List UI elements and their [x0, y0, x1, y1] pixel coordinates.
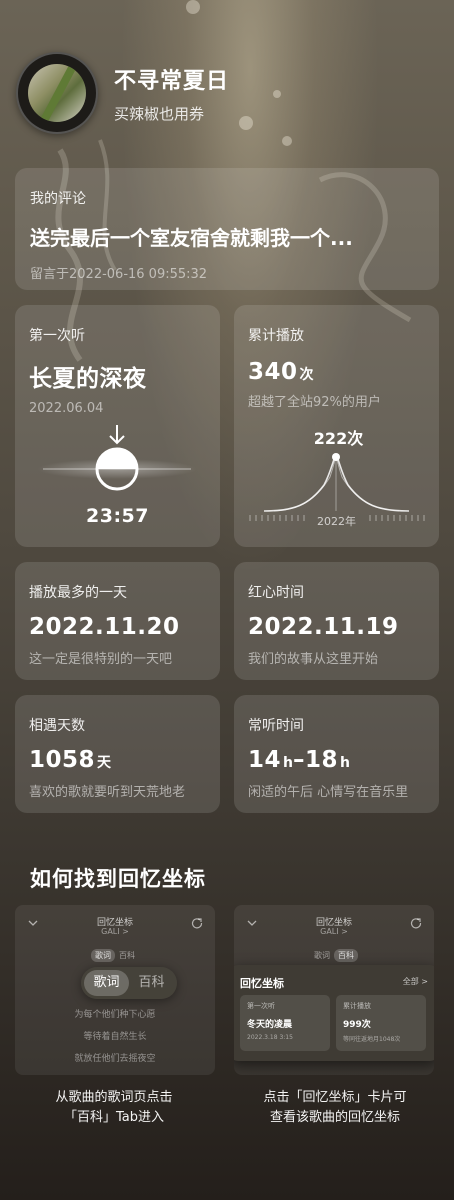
- tab-pill-zoom: 歌词 百科: [81, 967, 177, 999]
- popup-card-first-listen: 第一次听 冬天的凌晨 2022.3.18 3:15: [240, 995, 330, 1051]
- album-art: [28, 64, 86, 122]
- down-arrow-icon: [109, 425, 125, 445]
- bokeh-dot: [282, 136, 292, 146]
- shot-left-sub: GALI >: [101, 927, 129, 936]
- most-played-day-label: 播放最多的一天: [29, 585, 127, 601]
- caption-line: 从歌曲的歌词页点击: [55, 1090, 173, 1105]
- share-icon: [191, 918, 203, 929]
- popup-card-value: 999次: [343, 1020, 371, 1030]
- year-label: 2022年: [317, 515, 356, 528]
- howto-screenshot-right: 回忆坐标 GALI > 歌词 百科 回忆坐标 全部 > 第一次听 冬天的凌晨 20…: [234, 905, 434, 1075]
- lyric-line: 就放任他们去摇夜空: [74, 1054, 156, 1064]
- album-cover[interactable]: [16, 52, 98, 134]
- liked-time-card[interactable]: 红心时间 2022.11.19 我们的故事从这里开始: [234, 562, 439, 680]
- listen-hours-dash: –: [292, 747, 305, 773]
- lyric-line: 为每个他们种下心愿: [74, 1010, 156, 1020]
- popup-card-sub: 等同往返地月1048次: [343, 1036, 401, 1043]
- popup-title: 回忆坐标: [240, 977, 284, 990]
- first-listen-label: 第一次听: [29, 328, 85, 344]
- listen-hours-card[interactable]: 常听时间 14 h–18 h 闲适的午后 心情写在音乐里: [234, 695, 439, 813]
- mini-tab-lyrics: 歌词: [314, 951, 330, 960]
- howto-screenshot-left: 回忆坐标 GALI > 歌词 百科 歌词 百科 为每个他们种下心愿 等待着自然生长…: [15, 905, 215, 1075]
- shot-right-tabs: 歌词 百科: [234, 949, 434, 962]
- lyric-line: 等待着自然生长: [83, 1032, 147, 1042]
- howto-title: 如何找到回忆坐标: [30, 867, 206, 891]
- caption-line: 点击「回忆坐标」卡片可: [263, 1090, 407, 1105]
- caption-line: 查看该歌曲的回忆坐标: [269, 1110, 400, 1125]
- howto-caption-left: 从歌曲的歌词页点击 「百科」Tab进入: [4, 1088, 224, 1128]
- mini-tab-lyrics: 歌词: [91, 949, 115, 962]
- listen-hours-end: 18: [304, 747, 338, 773]
- total-plays-sub: 超越了全站92%的用户: [248, 395, 381, 410]
- peak-label: 222次: [313, 429, 364, 448]
- days-met-label: 相遇天数: [29, 718, 85, 734]
- popup-card-label: 第一次听: [247, 1002, 275, 1010]
- bokeh-dot: [239, 116, 253, 130]
- listen-hours-unit-start: h: [283, 755, 293, 771]
- total-plays-count: 340: [248, 359, 298, 385]
- bokeh-dot: [186, 0, 200, 14]
- popup-card-total-plays: 累计播放 999次 等同往返地月1048次: [336, 995, 426, 1051]
- popup-card-value: 冬天的凌晨: [247, 1020, 293, 1030]
- total-plays-unit: 次: [299, 367, 314, 383]
- popup-card-sub: 2022.3.18 3:15: [247, 1034, 293, 1041]
- first-listen-time: 23:57: [86, 505, 149, 527]
- comment-time: 留言于2022-06-16 09:55:32: [30, 267, 208, 282]
- days-met-card[interactable]: 相遇天数 1058 天 喜欢的歌就要听到天荒地老: [15, 695, 220, 813]
- comment-text: 送完最后一个室友宿舍就剩我一个...: [30, 226, 353, 250]
- liked-time-label: 红心时间: [248, 585, 304, 601]
- popup-all-link: 全部 >: [402, 977, 428, 986]
- most-played-day-card[interactable]: 播放最多的一天 2022.11.20 这一定是很特别的一天吧: [15, 562, 220, 680]
- howto-caption-right: 点击「回忆坐标」卡片可 查看该歌曲的回忆坐标: [225, 1088, 445, 1128]
- mini-tab-wiki: 百科: [334, 949, 358, 962]
- caption-line: 「百科」Tab进入: [63, 1110, 164, 1125]
- comment-label: 我的评论: [30, 191, 86, 207]
- shot-left-tabs: 歌词 百科: [15, 949, 215, 962]
- mini-tab-wiki: 百科: [119, 951, 135, 960]
- listen-hours-sub: 闲适的午后 心情写在音乐里: [248, 785, 409, 800]
- first-listen-value: 长夏的深夜: [29, 366, 147, 392]
- listen-hours-start: 14: [248, 747, 282, 773]
- bokeh-dot: [273, 90, 281, 98]
- total-plays-label: 累计播放: [248, 328, 304, 344]
- my-comment-card[interactable]: 我的评论 送完最后一个室友宿舍就剩我一个... 留言于2022-06-16 09…: [15, 168, 439, 290]
- memory-coordinate-popup: 回忆坐标 全部 > 第一次听 冬天的凌晨 2022.3.18 3:15 累计播放…: [234, 965, 434, 1061]
- first-listen-date: 2022.06.04: [29, 401, 104, 416]
- pill-tab-lyrics: 歌词: [84, 970, 129, 996]
- liked-time-sub: 我们的故事从这里开始: [248, 652, 379, 667]
- shot-right-sub: GALI >: [320, 927, 348, 936]
- liked-time-value: 2022.11.19: [248, 614, 399, 640]
- share-icon: [410, 918, 422, 929]
- listen-hours-unit-end: h: [340, 755, 350, 771]
- days-met-count: 1058: [29, 747, 96, 773]
- song-artist[interactable]: 买辣椒也用券: [114, 103, 229, 124]
- days-met-unit: 天: [97, 755, 112, 771]
- most-played-day-value: 2022.11.20: [29, 614, 180, 640]
- popup-card-label: 累计播放: [343, 1002, 371, 1010]
- listen-hours-label: 常听时间: [248, 718, 304, 734]
- total-plays-card[interactable]: 累计播放 340 次 超越了全站92%的用户 222次 2022年: [234, 305, 439, 547]
- song-title: 不寻常夏日: [114, 68, 230, 94]
- song-header: 不寻常夏日 买辣椒也用券: [16, 52, 229, 134]
- most-played-day-sub: 这一定是很特别的一天吧: [29, 652, 173, 667]
- sunset-icon: [37, 425, 197, 491]
- first-listen-card[interactable]: 第一次听 长夏的深夜 2022.06.04 23:57: [15, 305, 220, 547]
- days-met-sub: 喜欢的歌就要听到天荒地老: [29, 785, 186, 800]
- pill-tab-wiki: 百科: [138, 975, 165, 990]
